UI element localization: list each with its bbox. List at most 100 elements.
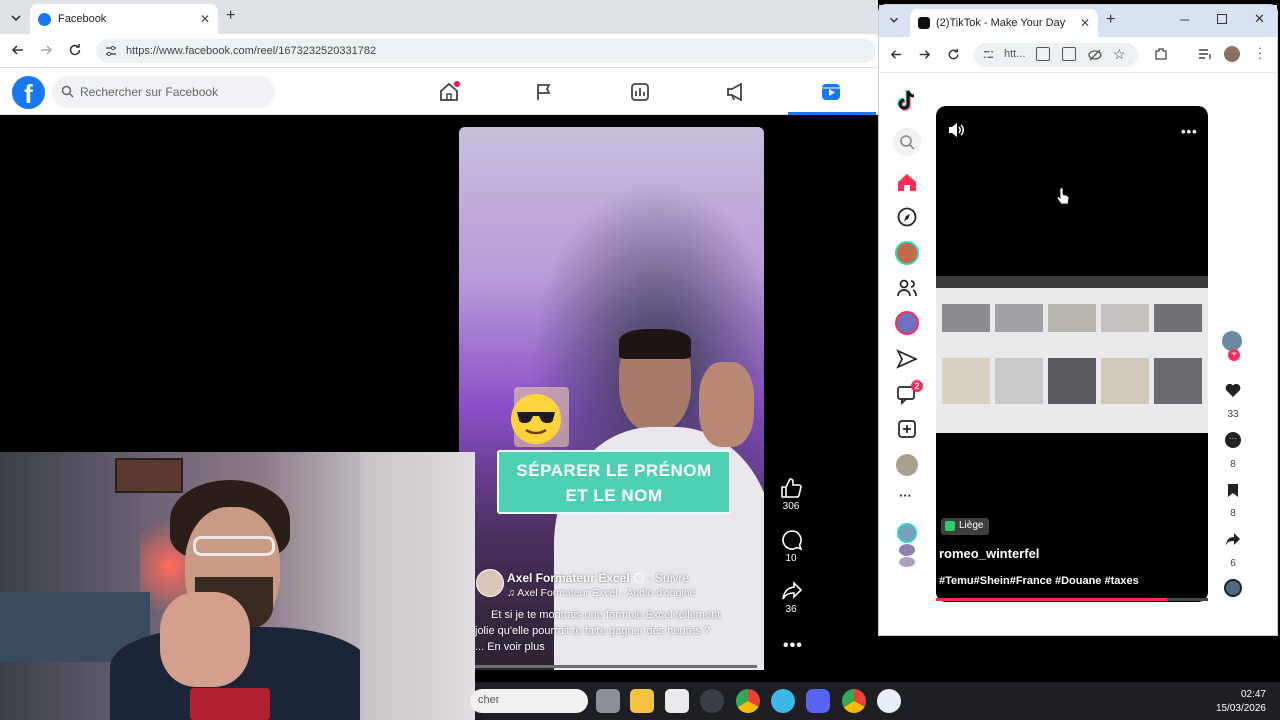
reel-progress-bar[interactable] (475, 665, 757, 668)
share-arrow-icon[interactable] (1225, 532, 1241, 547)
reels-active-indicator (788, 112, 876, 115)
chrome-icon[interactable] (736, 689, 760, 713)
new-tab-button[interactable]: + (226, 7, 235, 25)
see-more-link[interactable]: ... En voir plus (475, 641, 545, 653)
chrome-profile-icon[interactable] (842, 689, 866, 713)
tab-list-button[interactable] (8, 10, 24, 26)
reel-person-hand (699, 362, 754, 447)
file-explorer-icon[interactable] (630, 689, 654, 713)
author-avatar[interactable] (476, 569, 504, 597)
comment-count: 10 (785, 553, 797, 564)
live-avatar[interactable] (895, 311, 919, 335)
location-pin-icon (945, 521, 955, 531)
reels-icon[interactable] (820, 81, 842, 103)
follow-link[interactable]: · Suivre (648, 571, 689, 585)
more-options-icon[interactable]: ••• (783, 637, 803, 655)
video-progress-bar[interactable] (936, 598, 1208, 601)
comment-button[interactable] (781, 529, 803, 551)
new-tab-button[interactable]: + (1106, 11, 1115, 29)
site-info-icon[interactable] (982, 48, 995, 61)
like-button[interactable] (780, 477, 802, 499)
follow-plus-icon[interactable]: + (1228, 349, 1240, 361)
taskbar-time: 02:47 (1240, 689, 1266, 700)
reload-icon[interactable] (67, 42, 83, 58)
music-disc-icon[interactable] (1224, 579, 1242, 597)
facebook-search-input[interactable]: Rechercher sur Facebook (52, 76, 275, 108)
pages-flag-icon[interactable] (534, 82, 554, 102)
location-tag[interactable]: Liège (941, 518, 990, 535)
profile-avatar[interactable] (896, 454, 918, 476)
close-tab-icon[interactable]: ✕ (200, 12, 210, 26)
translate-icon[interactable] (1036, 47, 1050, 61)
app-icon[interactable] (700, 689, 724, 713)
author-name-link[interactable]: Axel Formateur Excel (507, 571, 630, 585)
taskbar-date: 15/03/2026 (1215, 703, 1266, 714)
facebook-address-bar[interactable]: https://www.facebook.com/reel/1673232520… (96, 39, 876, 63)
explore-compass-icon[interactable] (896, 206, 918, 228)
discord-icon[interactable] (806, 689, 830, 713)
webcam-wall-frame (115, 458, 183, 493)
following-avatars-stack[interactable] (897, 523, 917, 569)
back-arrow-icon[interactable] (10, 42, 26, 58)
save-count: 8 (1230, 508, 1236, 519)
close-tab-icon[interactable]: ✕ (1080, 16, 1090, 30)
facebook-tab[interactable]: Facebook ✕ (30, 4, 218, 34)
install-app-icon[interactable] (1062, 47, 1076, 61)
maximize-button[interactable] (1217, 14, 1227, 24)
reload-icon[interactable] (946, 47, 961, 62)
tiktok-tab-title: (2)TikTok - Make Your Day (936, 17, 1066, 29)
security-icon[interactable] (877, 689, 901, 713)
store-icon[interactable] (665, 689, 689, 713)
comment-count: 8 (1230, 459, 1236, 470)
taskbar-search-box[interactable]: cher (470, 689, 588, 713)
eye-off-icon[interactable] (1088, 48, 1102, 62)
like-heart-icon[interactable] (1225, 383, 1241, 398)
chrome-menu-icon[interactable]: · · · (1258, 41, 1262, 64)
bookmark-icon[interactable] (1227, 483, 1239, 498)
tab-list-button[interactable] (887, 13, 901, 27)
profile-avatar[interactable] (1224, 46, 1240, 62)
media-controls-icon[interactable] (1198, 48, 1212, 60)
minimize-button[interactable]: ─ (1180, 12, 1189, 27)
volume-icon[interactable] (947, 122, 965, 138)
home-icon[interactable] (896, 171, 918, 193)
facebook-tab-title: Facebook (58, 13, 107, 25)
edge-icon[interactable] (771, 689, 795, 713)
tiktok-logo-icon[interactable] (894, 88, 920, 114)
video-hashtags[interactable]: #Temu#Shein#France #Douane #taxes (939, 575, 1139, 587)
reel-title-banner: SÉPARER LE PRÉNOM ET LE NOM (497, 450, 731, 514)
tiktok-tab[interactable]: (2)TikTok - Make Your Day ✕ (910, 9, 1098, 37)
megaphone-icon[interactable] (725, 82, 747, 102)
site-info-icon[interactable] (104, 44, 118, 58)
following-users-icon[interactable] (896, 277, 918, 299)
task-view-icon[interactable] (596, 689, 620, 713)
caption-line-1: Et si je te montrais une formule Excel t… (491, 609, 721, 621)
audio-link[interactable]: ♫ Axel Formateur Excel · Audio d'origine (507, 587, 695, 599)
share-count: 36 (785, 604, 797, 615)
search-icon[interactable] (893, 128, 921, 156)
bookmark-star-icon[interactable]: ☆ (1113, 46, 1126, 63)
forward-arrow-icon[interactable] (917, 47, 932, 62)
creator-avatar[interactable] (1222, 331, 1242, 351)
extensions-icon[interactable] (1154, 47, 1168, 61)
location-text: Liège (959, 520, 984, 531)
back-arrow-icon[interactable] (889, 47, 904, 62)
reel-banner-line2: ET LE NOM (565, 486, 663, 505)
upload-plus-icon[interactable] (896, 418, 918, 440)
video-author-link[interactable]: romeo_winterfel (939, 546, 1039, 561)
facebook-logo-icon[interactable]: f (12, 76, 45, 109)
mouse-cursor-icon (1056, 186, 1070, 206)
share-button[interactable] (781, 580, 803, 602)
messages-send-icon[interactable] (896, 348, 918, 370)
video-product-grid (936, 276, 1208, 433)
webcam-right-wall (360, 452, 475, 720)
close-window-button[interactable]: ✕ (1254, 11, 1265, 27)
followed-creator-avatar[interactable] (895, 241, 919, 265)
home-icon[interactable] (438, 81, 460, 103)
comment-icon[interactable]: ··· (1225, 432, 1241, 448)
marketplace-icon[interactable] (630, 82, 650, 102)
more-menu-icon[interactable]: ··· (899, 488, 912, 503)
forward-arrow-icon[interactable] (38, 42, 54, 58)
facebook-url-text: https://www.facebook.com/reel/1673232520… (126, 45, 377, 57)
video-more-icon[interactable]: ••• (1181, 124, 1198, 139)
